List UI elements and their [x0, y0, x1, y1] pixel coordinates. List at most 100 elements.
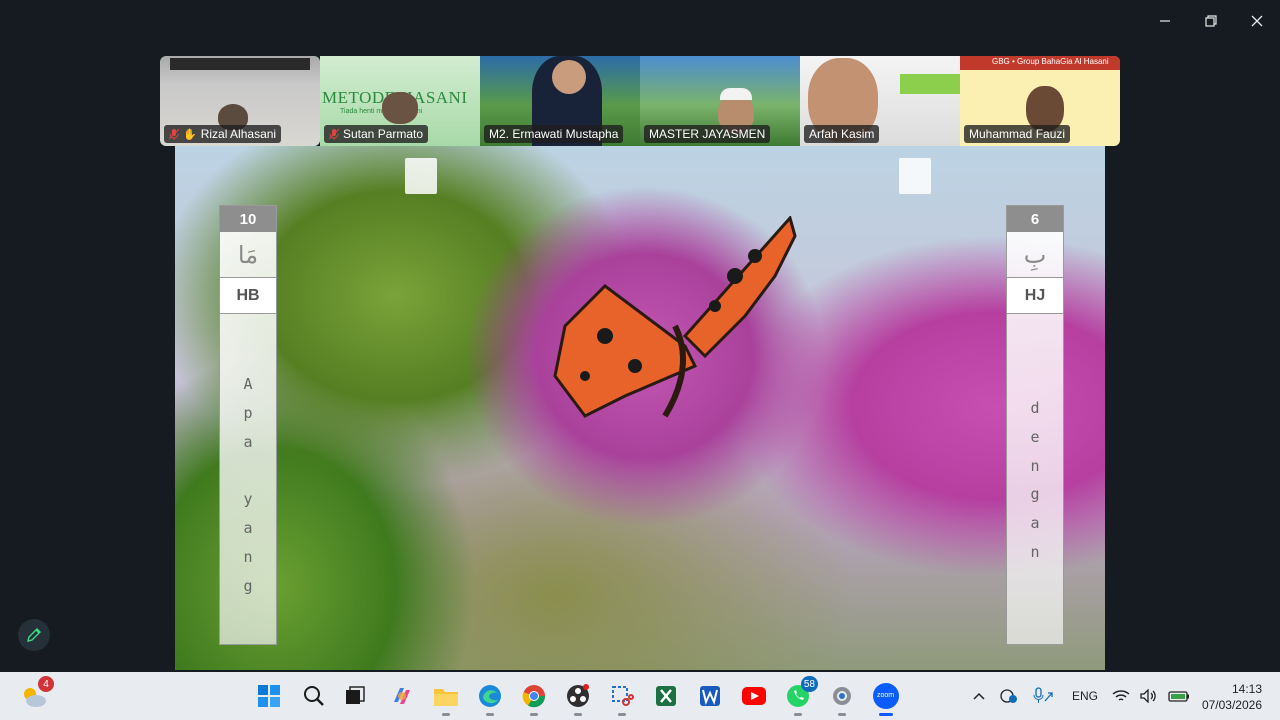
word-button[interactable]	[694, 680, 726, 712]
close-button[interactable]	[1234, 6, 1280, 36]
obs-icon	[567, 684, 589, 707]
meaning-letter: g	[1030, 485, 1040, 504]
participant-tile[interactable]: ✋ Rizal Alhasani	[160, 56, 320, 146]
slide-placeholder	[405, 158, 437, 194]
meaning-letter: y	[243, 490, 253, 509]
youtube-button[interactable]	[738, 680, 770, 712]
mic-muted-icon	[169, 128, 179, 140]
clock[interactable]: 14:13 07/03/2026	[1202, 681, 1262, 713]
participant-tile[interactable]: GBG • Group BahaGia Al Hasani Muhammad F…	[960, 56, 1120, 146]
participant-name-tag: Arfah Kasim	[804, 125, 880, 143]
participant-name: Arfah Kasim	[809, 127, 875, 141]
lesson-code: HB	[220, 278, 276, 314]
volume-icon[interactable]	[1140, 689, 1158, 703]
meaning-letter: d	[1030, 399, 1040, 417]
participant-tile[interactable]: METODE HASANI Tiada henti m...ungan Ilah…	[320, 56, 480, 146]
microphone-icon[interactable]	[1032, 687, 1054, 705]
arabic-word: بِ	[1007, 232, 1063, 278]
settings-button[interactable]	[826, 680, 858, 716]
participant-video	[552, 60, 586, 94]
meaning-space	[243, 456, 252, 485]
participant-video	[382, 92, 418, 124]
participant-tile[interactable]: MASTER JAYASMEN	[640, 56, 800, 146]
meaning-letter: n	[243, 547, 253, 566]
participant-tile[interactable]: Arfah Kasim	[800, 56, 960, 146]
butterfly-image	[553, 216, 797, 418]
participant-name: MASTER JAYASMEN	[649, 127, 766, 141]
participant-name-tag: M2. Ermawati Mustapha	[484, 125, 624, 143]
window-controls	[1142, 6, 1280, 36]
pencil-icon	[27, 628, 41, 642]
participant-name-tag: ✋ Rizal Alhasani	[164, 125, 282, 143]
file-explorer-button[interactable]	[430, 680, 462, 716]
clock-date: 07/03/2026	[1201, 698, 1262, 712]
participant-name-tag: Muhammad Fauzi	[964, 125, 1071, 143]
lesson-number: 10	[220, 206, 276, 232]
chevron-up-icon[interactable]	[972, 691, 986, 701]
system-tray: ENG	[972, 672, 1098, 720]
vertical-meaning: A p a y a n g	[220, 370, 276, 600]
battery-icon[interactable]	[1168, 689, 1190, 703]
participant-strip: ✋ Rizal Alhasani METODE HASANI Tiada hen…	[160, 56, 1120, 146]
edge-icon	[479, 685, 501, 707]
lesson-code: HJ	[1007, 278, 1063, 314]
meaning-letter: n	[1030, 542, 1040, 561]
obs-button[interactable]	[562, 680, 594, 716]
meaning-letter: a	[243, 518, 253, 537]
minimize-button[interactable]	[1142, 6, 1188, 36]
wifi-icon[interactable]	[1112, 689, 1130, 703]
notification-badge: 4	[38, 676, 54, 692]
restore-button[interactable]	[1188, 6, 1234, 36]
whatsapp-button[interactable]: 58	[782, 676, 818, 716]
file-explorer-icon	[434, 689, 458, 706]
shared-screen[interactable]: 10 مَا HB A p a y a n g 6 بِ HJ d e n g …	[175, 146, 1105, 670]
participant-tile[interactable]: M2. Ermawati Mustapha	[480, 56, 640, 146]
annotate-button[interactable]	[18, 619, 50, 651]
restore-icon	[1205, 15, 1217, 27]
excel-button[interactable]	[650, 680, 682, 712]
zoom-label: zoom	[877, 692, 895, 699]
task-view-button[interactable]	[339, 680, 371, 712]
vertical-meaning: d e n g a n	[1007, 394, 1063, 567]
copilot-button[interactable]	[386, 680, 418, 712]
lesson-card-left: 10 مَا HB A p a y a n g	[219, 205, 277, 645]
minimize-icon	[1160, 20, 1170, 22]
meaning-letter: e	[1030, 427, 1040, 446]
participant-name-tag: Sutan Parmato	[324, 125, 429, 143]
excel-icon	[656, 686, 676, 706]
lesson-card-right: 6 بِ HJ d e n g a n	[1006, 205, 1064, 645]
close-icon	[1251, 15, 1263, 27]
language-indicator[interactable]: ENG	[1072, 689, 1098, 703]
zoom-button[interactable]: zoom	[870, 680, 902, 716]
meaning-letter: a	[243, 432, 253, 451]
taskbar: 4 58 zoom ENG 14:13 07/03/2026	[0, 672, 1280, 720]
youtube-icon	[742, 687, 766, 705]
meaning-letter: n	[1030, 456, 1040, 475]
snipping-tool-button[interactable]	[606, 680, 638, 716]
participant-name: Muhammad Fauzi	[969, 127, 1066, 141]
slide-placeholder	[899, 158, 931, 194]
meaning-letter: a	[1030, 514, 1040, 533]
participant-name: Sutan Parmato	[343, 127, 424, 141]
start-icon	[258, 685, 280, 707]
chrome-button[interactable]	[518, 680, 550, 716]
participant-name: M2. Ermawati Mustapha	[489, 127, 619, 141]
raised-hand-icon: ✋	[183, 128, 197, 141]
search-button[interactable]	[298, 680, 330, 712]
participant-name-tag: MASTER JAYASMEN	[644, 125, 771, 143]
search-icon	[304, 686, 324, 706]
snipping-tool-icon	[612, 686, 634, 706]
notification-badge: 58	[800, 676, 818, 692]
edge-button[interactable]	[474, 680, 506, 716]
start-button[interactable]	[253, 680, 285, 712]
clock-time: 14:13	[1231, 682, 1262, 696]
tile-background-text: GBG • Group BahaGia Al Hasani	[992, 57, 1109, 66]
meaning-letter: p	[243, 403, 253, 422]
weather-widget[interactable]: 4	[18, 676, 54, 712]
arabic-word: مَا	[220, 232, 276, 278]
word-icon	[700, 686, 720, 706]
meaning-letter: A	[243, 375, 253, 393]
task-view-icon	[346, 686, 365, 704]
lesson-number: 6	[1007, 206, 1063, 232]
security-icon[interactable]	[1000, 688, 1018, 704]
